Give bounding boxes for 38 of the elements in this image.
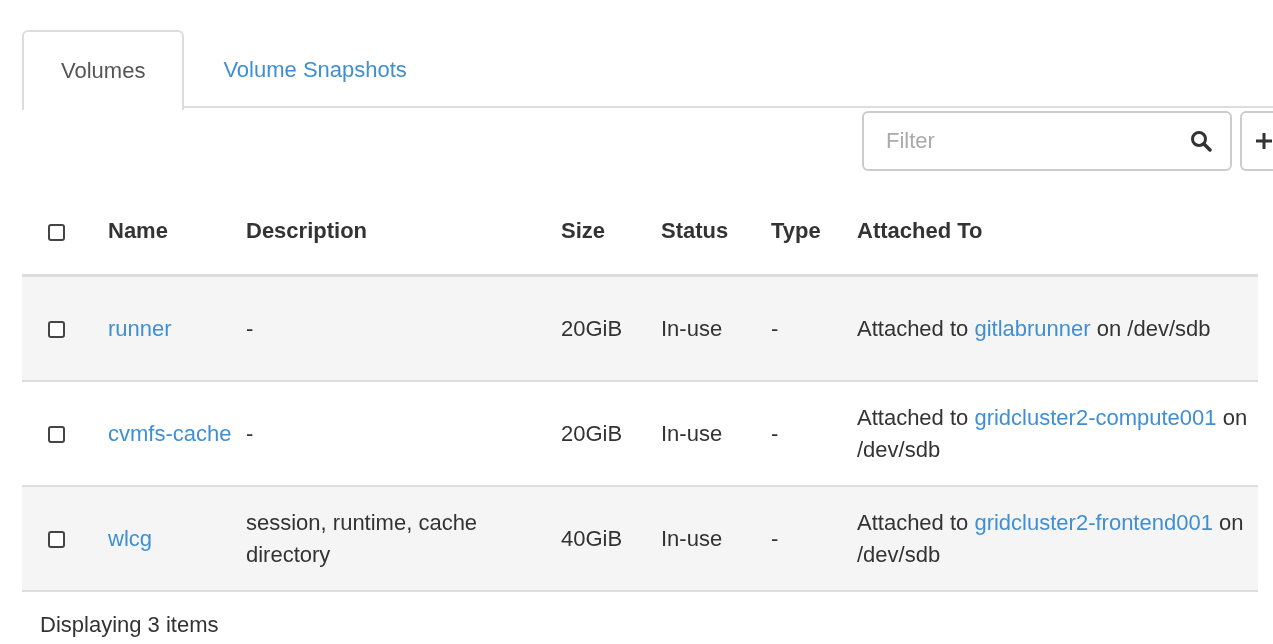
description-cell-text: session, runtime, cache directory (246, 508, 479, 569)
checkbox[interactable] (48, 426, 65, 444)
status-cell-text: In-use (661, 419, 723, 448)
tab[interactable]: Volume Snapshots (184, 30, 446, 108)
filter-field[interactable]: Filter (862, 111, 1232, 171)
size-cell-text: 20GiB (561, 419, 623, 448)
checkbox[interactable] (48, 531, 65, 549)
item-count: Displaying 3 items (40, 612, 219, 637)
type-cell-text: - (771, 314, 779, 343)
description-cell-text: - (246, 314, 254, 343)
instance-link[interactable]: gridcluster2-compute001 (974, 404, 1217, 430)
description-cell-text: - (246, 419, 254, 448)
instance-link[interactable]: gitlabrunner (974, 315, 1091, 341)
attached-to-text: Attached to gridcluster2-frontend001 on /dev/sdb (857, 508, 1245, 569)
column-header: Size (561, 218, 606, 244)
size-cell-text: 40GiB (561, 524, 623, 553)
type-cell-text: - (771, 419, 779, 448)
status-cell-text: In-use (661, 314, 723, 343)
volume-link[interactable]: runner (108, 315, 172, 341)
volume-link[interactable]: wlcg (108, 525, 152, 551)
type-cell-text: - (771, 524, 779, 553)
search-icon[interactable] (1190, 130, 1212, 152)
column-header: Status (661, 218, 729, 244)
attached-to-text: Attached to gridcluster2-compute001 on /dev/sdb (857, 403, 1249, 464)
column-header: Name (108, 218, 168, 244)
volume-link[interactable]: cvmfs-cache (108, 420, 232, 446)
column-header: Attached To (857, 218, 983, 244)
attached-to-text: Attached to gitlabrunner on /dev/sdb (857, 314, 1211, 343)
size-cell-text: 20GiB (561, 314, 623, 343)
instance-link[interactable]: gridcluster2-frontend001 (974, 509, 1213, 535)
checkbox[interactable] (48, 321, 65, 339)
status-cell-text: In-use (661, 524, 723, 553)
tab[interactable]: Volumes (22, 30, 185, 110)
add-button[interactable] (1240, 111, 1273, 171)
column-header: Type (771, 218, 821, 244)
checkbox[interactable] (48, 223, 65, 241)
plus-icon (1255, 132, 1273, 150)
column-header: Description (246, 218, 368, 244)
